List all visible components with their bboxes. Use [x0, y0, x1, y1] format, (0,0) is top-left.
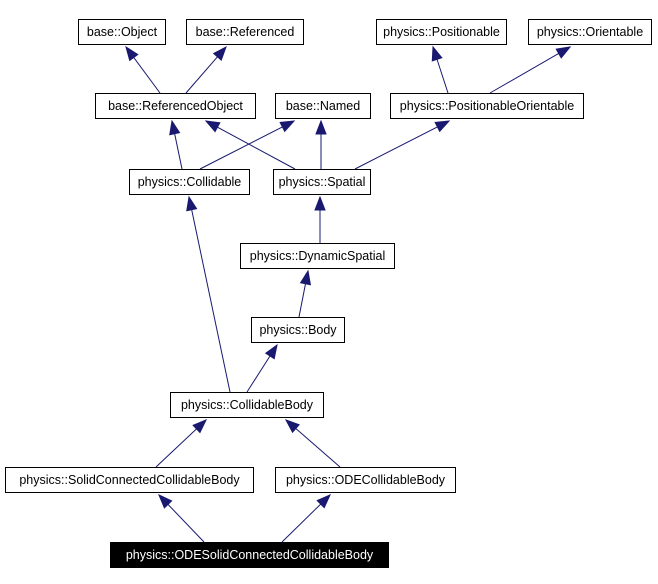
class-node-base-referenced[interactable]: base::Referenced [186, 19, 304, 45]
class-inheritance-diagram: base::Object base::Referenced physics::Pos… [0, 0, 658, 584]
class-node-physics-odecollidablebody[interactable]: physics::ODECollidableBody [275, 467, 456, 493]
class-node-label: base::Referenced [195, 24, 295, 39]
class-node-physics-body[interactable]: physics::Body [251, 317, 345, 343]
class-node-physics-positionableorientable[interactable]: physics::PositionableOrientable [390, 93, 584, 119]
class-node-label: base::ReferencedObject [108, 98, 243, 113]
class-node-base-object[interactable]: base::Object [78, 19, 166, 45]
class-node-label: physics::PositionableOrientable [399, 98, 575, 113]
class-node-physics-dynamicspatial[interactable]: physics::DynamicSpatial [240, 243, 395, 269]
class-node-base-named[interactable]: base::Named [275, 93, 371, 119]
class-node-physics-spatial[interactable]: physics::Spatial [273, 169, 371, 195]
class-node-label: physics::Collidable [137, 174, 242, 189]
class-node-label: physics::SolidConnectedCollidableBody [19, 472, 240, 487]
class-node-physics-positionable[interactable]: physics::Positionable [376, 19, 507, 45]
class-node-physics-solidconnectedcollidablebody[interactable]: physics::SolidConnectedCollidableBody [5, 467, 254, 493]
class-node-label: physics::Orientable [536, 24, 644, 39]
class-node-physics-orientable[interactable]: physics::Orientable [528, 19, 652, 45]
class-node-label: physics::DynamicSpatial [249, 248, 386, 263]
class-node-physics-collidablebody[interactable]: physics::CollidableBody [170, 392, 324, 418]
class-node-label: base::Named [285, 98, 361, 113]
class-node-label: physics::Body [259, 322, 337, 337]
class-node-physics-collidable[interactable]: physics::Collidable [129, 169, 250, 195]
class-node-label: physics::ODECollidableBody [285, 472, 446, 487]
class-node-label: physics::ODESolidConnectedCollidableBody [125, 547, 374, 562]
class-node-label: base::Object [86, 24, 158, 39]
class-node-label: physics::Positionable [383, 24, 500, 39]
class-node-layer: base::Object base::Referenced physics::Pos… [0, 0, 658, 584]
class-node-label: physics::CollidableBody [180, 397, 313, 412]
class-node-base-referencedobject[interactable]: base::ReferencedObject [95, 93, 256, 119]
class-node-label: physics::Spatial [278, 174, 366, 189]
class-node-physics-odesolidconnectedcollidablebody[interactable]: physics::ODESolidConnectedCollidableBody [110, 542, 389, 568]
